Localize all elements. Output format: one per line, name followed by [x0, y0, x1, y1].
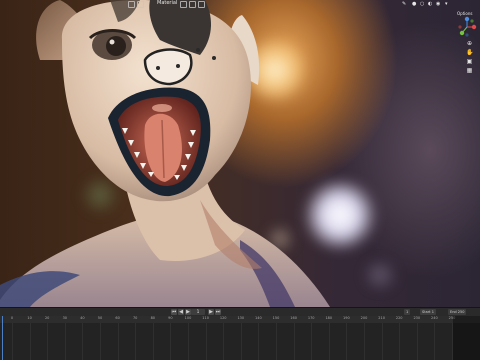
start-frame-value: 1	[431, 310, 434, 314]
playhead-line[interactable]	[2, 316, 3, 360]
pivot-icon[interactable]	[180, 1, 187, 8]
ruler-grid-line	[328, 323, 330, 360]
blender-window: Material ✎ ● ○ ◐ ◉ ▾ Options ⊕ ✋ ▣ ▦ ⏮ ◀…	[0, 0, 480, 360]
ruler-grid-line	[434, 323, 436, 360]
ruler-grid-line	[47, 323, 49, 360]
ruler-tick-label: 140	[255, 316, 262, 320]
ruler-tick-label: 110	[202, 316, 209, 320]
current-frame-box[interactable]: 1	[404, 309, 411, 315]
jump-start-icon[interactable]: ⏮	[171, 309, 177, 315]
ruler-tick-label: 80	[150, 316, 156, 320]
gizmo-y-axis[interactable]	[459, 30, 465, 36]
ruler-grid-line	[293, 323, 295, 360]
ruler-grid-line	[381, 323, 383, 360]
start-frame-label: Start	[422, 310, 431, 314]
pan-hand-icon[interactable]: ✋	[466, 49, 473, 56]
start-frame-field[interactable]: Start 1	[420, 309, 436, 315]
ruler-tick-label: 120	[219, 316, 227, 320]
ruler-grid-line	[29, 323, 31, 360]
viewport-header: Material ✎ ● ○ ◐ ◉ ▾	[0, 0, 480, 9]
snap-icon[interactable]	[189, 1, 196, 8]
ruler-tick-label: 210	[378, 316, 385, 320]
shading-solid-icon[interactable]: ●	[412, 1, 416, 7]
ruler-tick-label: 0	[10, 316, 14, 320]
shading-mode-label[interactable]: Material	[157, 0, 177, 6]
ruler-tick-label: 240	[431, 316, 438, 320]
ruler-tick-label: 10	[27, 316, 32, 320]
ruler-tick-label: 40	[80, 316, 85, 320]
end-frame-field[interactable]: End 250	[448, 309, 467, 315]
camera-icon[interactable]: ▣	[466, 58, 473, 65]
ruler-tick-label: 30	[62, 316, 68, 320]
current-frame-value: 1	[406, 310, 409, 314]
current-frame-field[interactable]: 1	[191, 309, 205, 315]
jump-end-icon[interactable]: ⏭	[215, 309, 221, 315]
ruler-tick-label: 230	[413, 316, 421, 320]
end-frame-label: End	[450, 310, 457, 314]
prev-keyframe-icon[interactable]: ◀	[178, 309, 184, 315]
ruler-grid-line	[100, 323, 101, 360]
ruler-grid-line	[205, 323, 207, 360]
playback-controls: ⏮ ◀ ▶	[171, 309, 191, 315]
ruler-grid-line	[223, 323, 225, 360]
ruler-grid-line	[399, 323, 401, 360]
ruler-tick-label: 90	[168, 316, 173, 320]
ruler-tick-label: 150	[272, 316, 280, 320]
ruler-grid-line	[135, 323, 137, 360]
shading-wire-icon[interactable]: ○	[420, 1, 424, 7]
ruler-grid-line	[64, 323, 66, 360]
playback-controls-right: ▶ ⏭	[208, 309, 221, 315]
ruler-grid-line	[170, 323, 172, 360]
grid-icon[interactable]: ▦	[466, 67, 473, 74]
ruler-grid-line	[152, 323, 154, 360]
ruler-grid-line	[276, 323, 277, 360]
ruler-tick-label: 60	[115, 316, 120, 320]
ruler-grid-line	[416, 323, 418, 360]
frame-ruler[interactable]: 0 10 20 30 40 50 60 70 80 90 100 110 120 130 140 150 160…	[0, 316, 480, 323]
viewport-mode-group[interactable]	[128, 1, 144, 8]
overlay-icon[interactable]: ✎	[402, 1, 406, 7]
ruler-tick-label: 130	[237, 316, 245, 320]
ruler-tick-label: 50	[97, 316, 103, 320]
ruler-tick-label: 180	[325, 316, 333, 320]
ruler-tick-label: 170	[307, 316, 315, 320]
view-menu-icon[interactable]	[137, 1, 144, 8]
shading-material-icon[interactable]: ◐	[428, 1, 432, 7]
transform-group[interactable]	[180, 1, 205, 8]
character-render	[0, 0, 330, 307]
ruler-tick-label: 200	[360, 316, 368, 320]
ruler-grid-line	[258, 323, 260, 360]
gizmo-x-axis[interactable]	[471, 24, 477, 30]
ruler-tick-label: 220	[395, 316, 403, 320]
zoom-icon[interactable]: ⊕	[466, 40, 473, 47]
object-mode-icon[interactable]	[128, 1, 135, 8]
navigation-tools: ⊕ ✋ ▣ ▦	[466, 40, 476, 76]
ruler-grid-line	[82, 323, 84, 360]
ruler-grid-line	[188, 323, 189, 360]
ruler-tick-label: 100	[184, 316, 192, 320]
ruler-grid-line	[346, 323, 348, 360]
timeline-track-area[interactable]	[0, 323, 480, 360]
proportional-icon[interactable]	[198, 1, 205, 8]
gizmo-z-axis[interactable]	[464, 16, 470, 22]
end-frame-value: 250	[457, 310, 465, 314]
ruler-tick-label: 70	[132, 316, 138, 320]
3d-viewport[interactable]: Material ✎ ● ○ ◐ ◉ ▾ Options ⊕ ✋ ▣ ▦	[0, 0, 480, 307]
next-keyframe-icon[interactable]: ▶	[208, 309, 214, 315]
ruler-grid-line	[240, 323, 242, 360]
shading-rendered-icon[interactable]: ◉	[436, 1, 440, 7]
ruler-tick-label: 20	[44, 316, 50, 320]
ruler-grid-line	[117, 323, 119, 360]
navigation-gizmo[interactable]	[456, 16, 478, 38]
shading-dropdown-icon[interactable]: ▾	[445, 1, 448, 7]
ruler-grid-line	[364, 323, 365, 360]
ruler-grid-line	[311, 323, 313, 360]
ruler-tick-label: 190	[343, 316, 350, 320]
ruler-grid-line	[12, 323, 13, 360]
ruler-tick-label: 160	[290, 316, 297, 320]
out-of-range-region	[453, 316, 480, 360]
